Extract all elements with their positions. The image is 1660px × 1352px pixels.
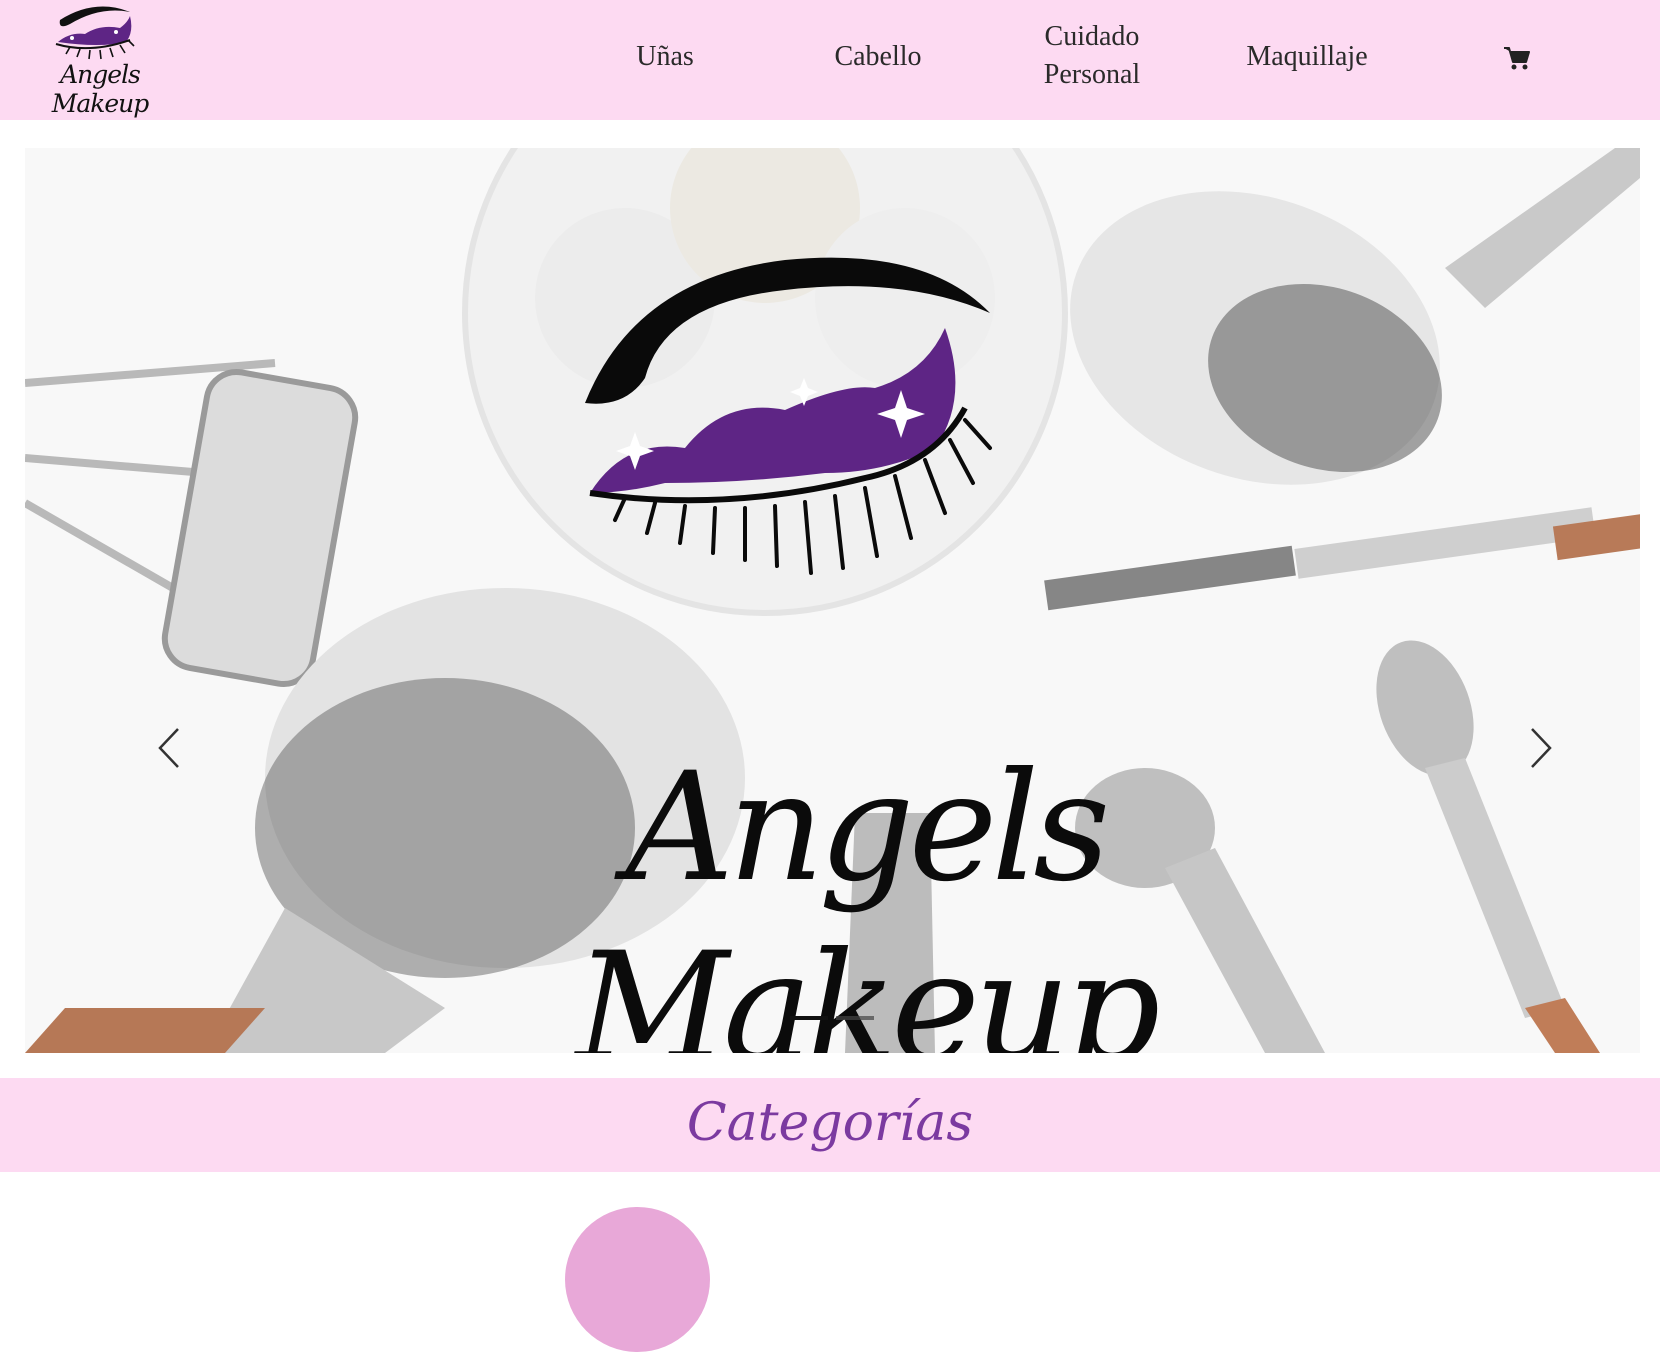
carousel-indicator-2[interactable] [836,1016,874,1020]
nav-maquillaje[interactable]: Maquillaje [1232,38,1382,76]
eye-logo-icon [55,6,135,60]
hero-brand-text: Angels Makeup [575,741,1160,1053]
logo[interactable]: Angels Makeup [30,2,170,118]
carousel-next-button[interactable] [1520,723,1560,773]
carousel-indicator-1[interactable] [790,1016,828,1020]
cart-button[interactable] [1500,42,1532,72]
site-header: Angels Makeup Uñas Cabello Cuidado Perso… [0,0,1660,120]
nav-cuidado-personal[interactable]: Cuidado Personal [1022,18,1162,94]
chevron-right-icon [1531,728,1552,768]
nav-unas[interactable]: Uñas [610,38,720,76]
carousel-indicators [790,1016,880,1022]
chevron-left-icon [158,728,179,768]
categories-title: Categorías [686,1093,974,1153]
hero-carousel: Angels Makeup [25,148,1640,1053]
shopping-cart-icon [1504,47,1530,70]
category-image[interactable] [565,1207,710,1352]
carousel-prev-button[interactable] [150,723,190,773]
categories-header: Categorías [0,1078,1660,1172]
logo-text: Angels Makeup [51,60,150,118]
nav-cabello[interactable]: Cabello [818,38,938,76]
